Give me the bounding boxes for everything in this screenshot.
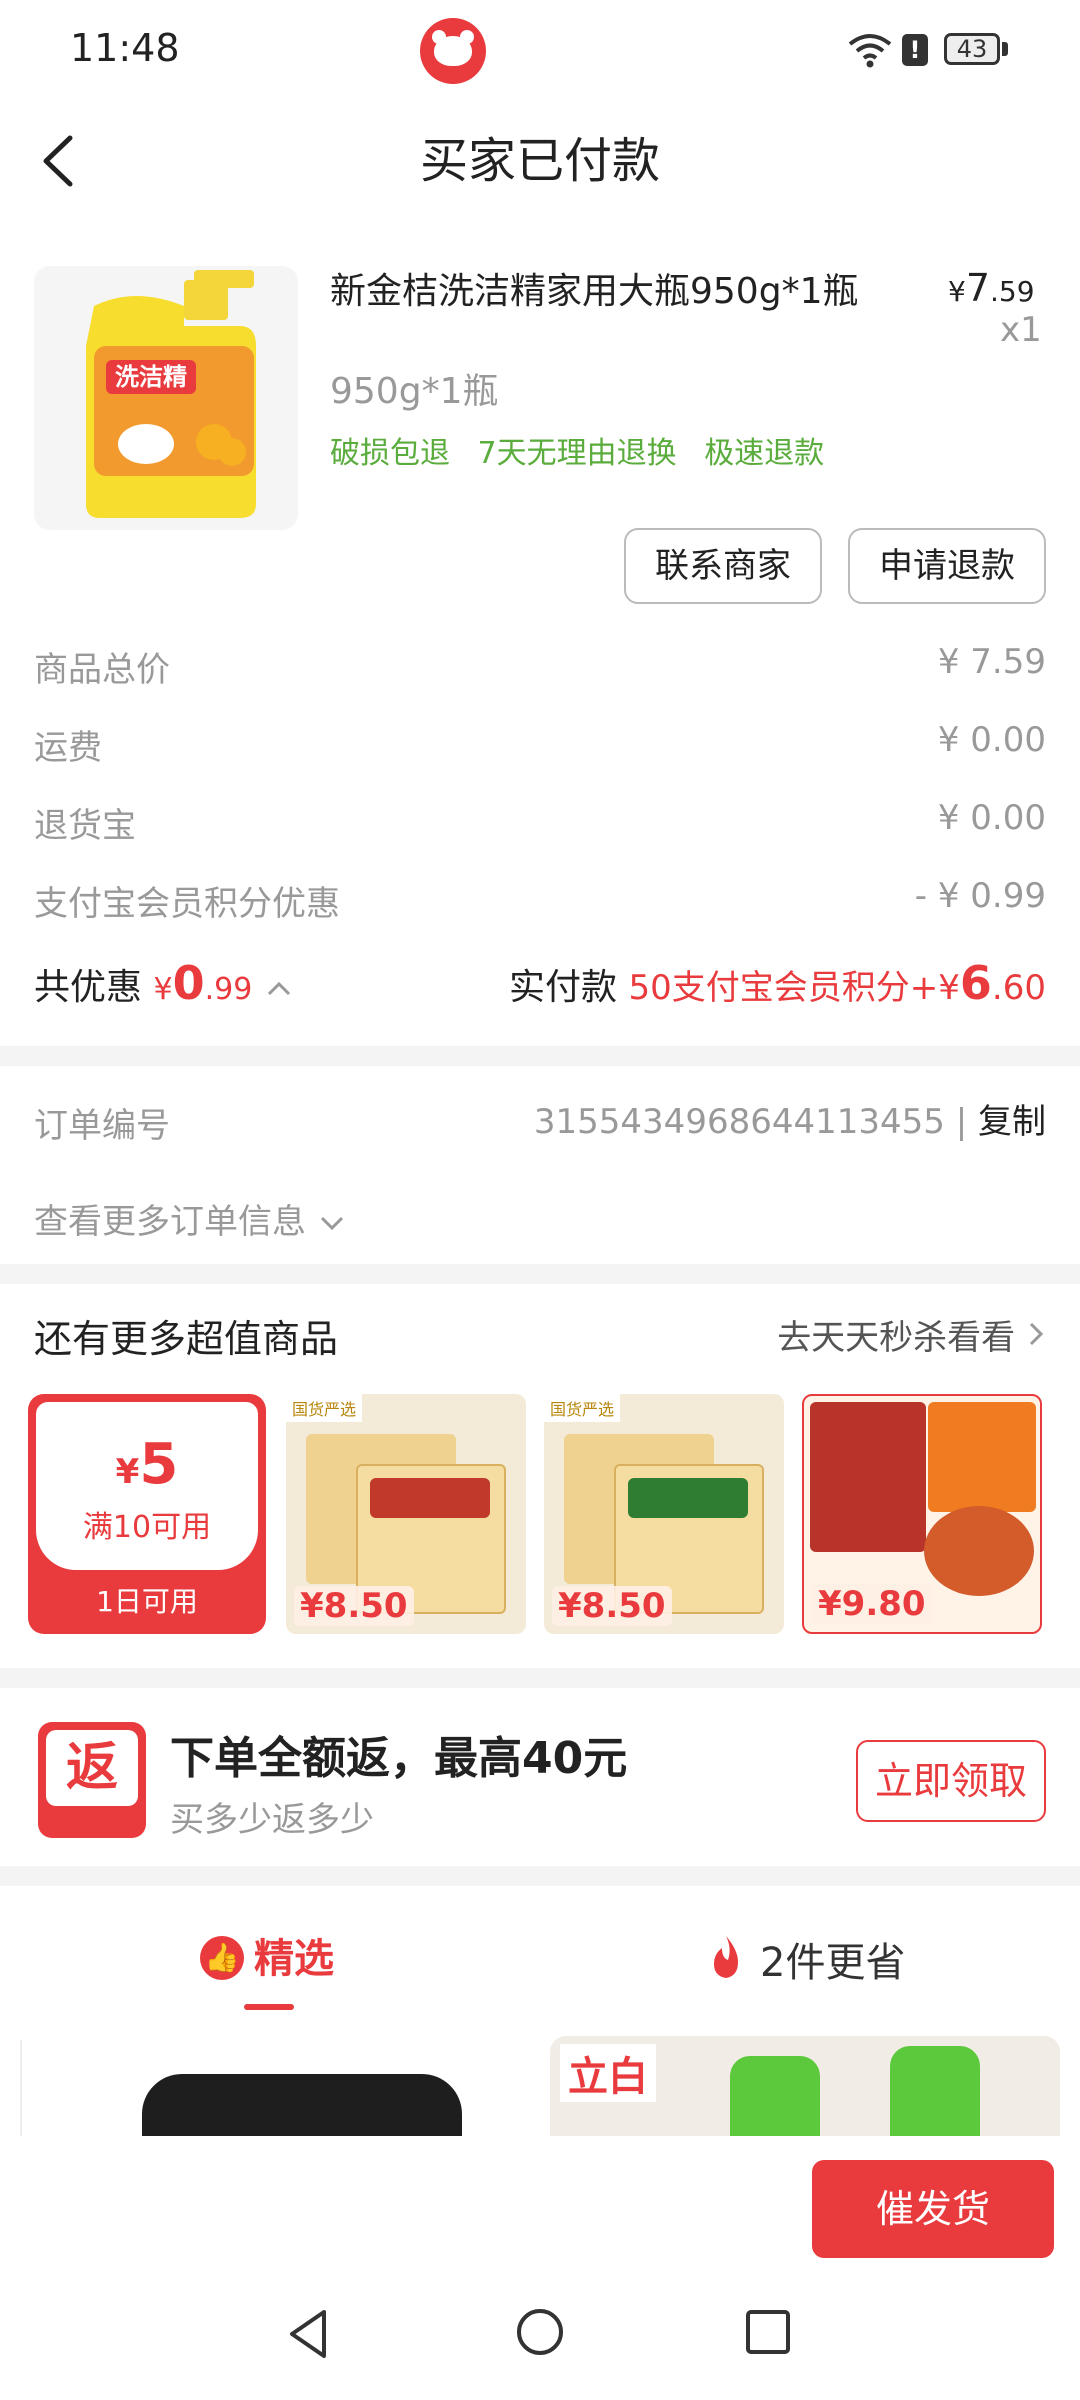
active-tab-indicator (244, 2004, 294, 2010)
chevron-up-icon (267, 981, 290, 996)
goods-item[interactable]: 国货严选 ¥8.50 (286, 1394, 526, 1634)
service-tag: 7天无理由退换 (477, 436, 677, 471)
feed-item[interactable] (20, 2040, 520, 2154)
feed-item[interactable]: 立白 (550, 2036, 1060, 2136)
section-divider (0, 1668, 1080, 1688)
status-bar: 11:48 ! 43 (0, 0, 1080, 100)
chevron-down-icon (320, 1216, 343, 1231)
order-number: 3155434968644113455 | 复制 (534, 1094, 1046, 1143)
flash-sale-link-label: 去天天秒杀看看 (777, 1318, 1016, 1358)
cashback-subtitle: 买多少返多少 (170, 1800, 374, 1840)
service-tags: 破损包退 7天无理由退换 极速退款 (330, 428, 842, 472)
product-bottle-image (730, 2056, 820, 2136)
tab-two-items-save[interactable]: 2件更省 (760, 1930, 905, 1988)
back-arrow-icon[interactable] (34, 128, 84, 194)
section-divider (0, 1264, 1080, 1284)
product-name[interactable]: 新金桔洗洁精家用大瓶950g*1瓶 (330, 262, 858, 314)
nav-recents-icon[interactable] (744, 2308, 792, 2356)
product-quantity: x1 (1000, 310, 1042, 350)
battery-icon: 43 (944, 33, 1000, 65)
tab-featured[interactable]: 精选 (254, 1926, 334, 1984)
status-time: 11:48 (70, 26, 180, 70)
product-bottle-image (890, 2046, 980, 2136)
amount-paid: 实付款 50支付宝会员积分+¥6.60 (509, 956, 1046, 1010)
section-divider (0, 1046, 1080, 1066)
fee-value-shipping: ¥ 0.00 (937, 720, 1046, 760)
fee-value-return-insurance: ¥ 0.00 (937, 798, 1046, 838)
fee-label-points-discount: 支付宝会员积分优惠 (34, 884, 340, 924)
total-discount[interactable]: 共优惠 ¥0.99 (34, 956, 294, 1010)
service-tag: 破损包退 (330, 436, 450, 471)
nav-home-icon[interactable] (514, 2306, 566, 2358)
svg-text:洗洁精: 洗洁精 (115, 363, 187, 391)
coupon-card[interactable]: ¥5 满10可用 1日可用 (28, 1394, 266, 1634)
more-order-info-label: 查看更多订单信息 (34, 1202, 306, 1242)
copy-button[interactable]: 复制 (978, 1102, 1046, 1142)
thumbs-up-icon: 👍 (200, 1936, 244, 1980)
goods-badge: 国货严选 (544, 1394, 621, 1422)
section-divider (0, 1866, 1080, 1886)
discount-label: 共优惠 (34, 967, 143, 1008)
urge-shipment-button[interactable]: 催发货 (812, 2160, 1054, 2258)
cashback-icon: 返 (38, 1722, 146, 1838)
paid-label: 实付款 (509, 967, 618, 1008)
fire-icon (714, 1936, 738, 1978)
goods-item[interactable]: ¥9.80 (802, 1394, 1042, 1634)
goods-price: ¥9.80 (812, 1584, 932, 1624)
chevron-right-icon (1029, 1322, 1044, 1346)
app-notification-icon (420, 18, 486, 84)
flash-sale-link[interactable]: 去天天秒杀看看 (777, 1310, 1046, 1359)
page-title: 买家已付款 (419, 133, 660, 189)
claim-now-button[interactable]: 立即领取 (856, 1740, 1046, 1822)
coupon-amount: ¥5 (115, 1432, 179, 1497)
fee-value-total: ¥ 7.59 (937, 642, 1046, 682)
fee-label-shipping: 运费 (34, 728, 102, 768)
goods-price: ¥8.50 (294, 1586, 414, 1626)
fee-label-return-insurance: 退货宝 (34, 806, 136, 846)
goods-item[interactable]: 国货严选 ¥8.50 (544, 1394, 784, 1634)
more-goods-title: 还有更多超值商品 (34, 1317, 339, 1361)
product-spec: 950g*1瓶 (330, 371, 499, 412)
product-price: ¥7.59 (948, 266, 1035, 310)
product-image[interactable]: 洗洁精 (34, 266, 298, 530)
separator: | (955, 1102, 968, 1142)
apply-refund-button[interactable]: 申请退款 (848, 528, 1046, 604)
fee-label-total: 商品总价 (34, 650, 170, 690)
brand-logo: 立白 (560, 2044, 656, 2102)
fee-value-points-discount: - ¥ 0.99 (914, 876, 1046, 916)
system-navigation-bar (0, 2266, 1080, 2400)
alert-icon: ! (902, 34, 928, 66)
cashback-title: 下单全额返，最高40元 (170, 1733, 628, 1784)
nav-back-icon[interactable] (284, 2306, 332, 2362)
coupon-condition: 满10可用 (82, 1510, 212, 1545)
detergent-bottle-icon: 洗洁精 (86, 270, 256, 518)
coupon-validity: 1日可用 (96, 1585, 198, 1618)
discount-amount: ¥0.99 (153, 956, 253, 1010)
goods-price: ¥8.50 (552, 1586, 672, 1626)
wifi-icon (848, 34, 892, 68)
paid-amount: 50支付宝会员积分+¥6.60 (628, 956, 1046, 1010)
order-number-value: 3155434968644113455 (533, 1102, 945, 1142)
service-tag: 极速退款 (704, 436, 825, 471)
more-order-info-toggle[interactable]: 查看更多订单信息 (34, 1194, 347, 1243)
contact-seller-button[interactable]: 联系商家 (624, 528, 822, 604)
battery-tip (1002, 42, 1008, 56)
goods-badge: 国货严选 (286, 1394, 363, 1422)
order-number-label: 订单编号 (34, 1106, 170, 1146)
